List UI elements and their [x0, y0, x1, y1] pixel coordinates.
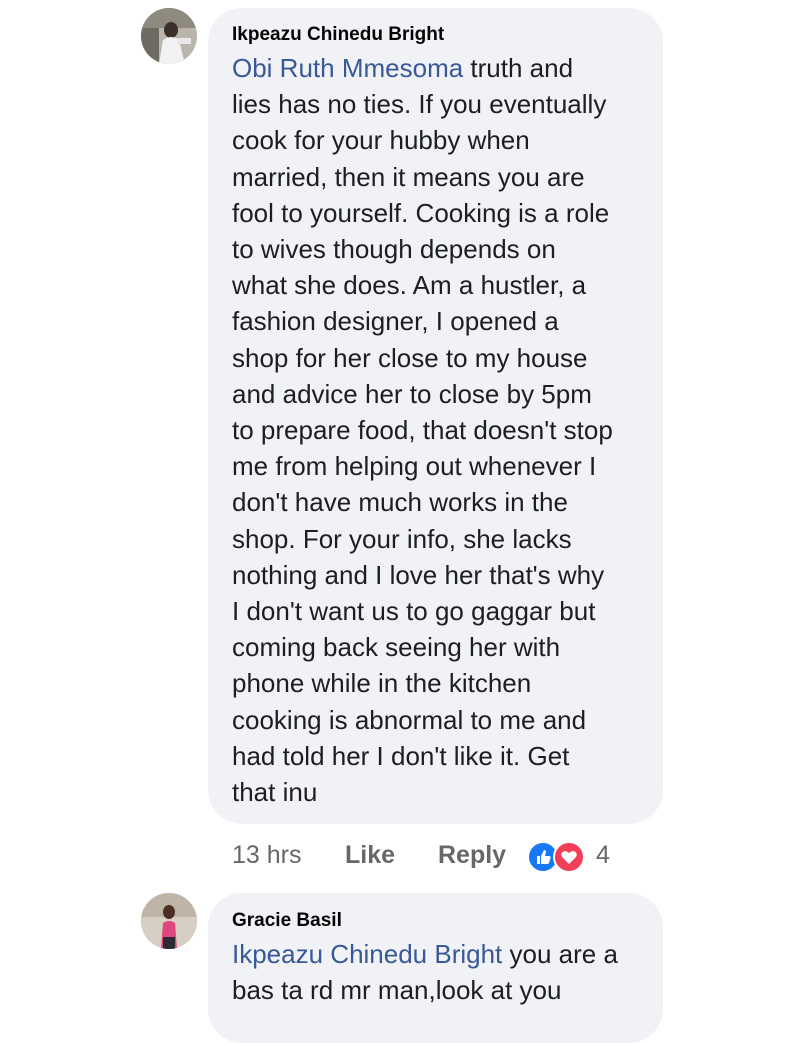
like-button[interactable]: Like	[345, 841, 395, 870]
comment-line: nothing and I love her that's why	[232, 559, 605, 590]
comment-line: don't have much works in the	[232, 487, 568, 518]
comment-text: Ikpeazu Chinedu Bright you are a bas ta …	[232, 936, 618, 1008]
comment-first-line: Obi Ruth Mmesoma truth and	[232, 53, 574, 83]
comment-line: and advice her to close by 5pm	[232, 378, 592, 409]
comment-line: fool to yourself. Cooking is a role	[232, 197, 610, 228]
comment-line: cook for your hubby when	[232, 125, 530, 156]
comment-line: fashion designer, I opened a	[232, 306, 559, 337]
comment-author[interactable]: Ikpeazu Chinedu Bright	[232, 24, 444, 46]
avatar[interactable]	[141, 8, 197, 64]
comment-line: shop. For your info, she lacks	[232, 523, 572, 554]
timestamp[interactable]: 13 hrs	[232, 841, 301, 870]
mention-link[interactable]: Ikpeazu Chinedu Bright	[232, 939, 502, 969]
comment-line: that inu	[232, 777, 318, 808]
comment-line: phone while in the kitchen	[232, 668, 532, 699]
comment-line: coming back seeing her with	[232, 632, 561, 663]
comment-actions: 13 hrs Like Reply 4	[232, 841, 652, 873]
comment-line: to wives though depends on	[232, 234, 556, 265]
profile-photo	[141, 893, 197, 949]
comment-line: married, then it means you are	[232, 161, 585, 192]
reaction-count[interactable]: 4	[596, 841, 610, 870]
comment-line: I don't want us to go gaggar but	[232, 596, 596, 627]
comment-first-line: Ikpeazu Chinedu Bright you are a	[232, 939, 618, 969]
reply-button[interactable]: Reply	[438, 841, 506, 870]
comment-line: what she does. Am a hustler, a	[232, 270, 587, 301]
mention-link[interactable]: Obi Ruth Mmesoma	[232, 53, 463, 83]
comment-line: shop for her close to my house	[232, 342, 588, 373]
love-icon[interactable]	[553, 841, 585, 873]
comment-author[interactable]: Gracie Basil	[232, 910, 342, 932]
comment-line: lies has no ties. If you eventually	[232, 89, 607, 120]
comment-line: had told her I don't like it. Get	[232, 740, 570, 771]
comment-line: cooking is abnormal to me and	[232, 704, 587, 735]
avatar[interactable]	[141, 893, 197, 949]
comment-line: me from helping out whenever I	[232, 451, 597, 482]
comment-text: Obi Ruth Mmesoma truth and lies has no t…	[232, 50, 613, 810]
comment-line: bas ta rd mr man,look at you	[232, 975, 562, 1006]
profile-photo	[141, 8, 197, 64]
comment-line: to prepare food, that doesn't stop	[232, 415, 613, 446]
